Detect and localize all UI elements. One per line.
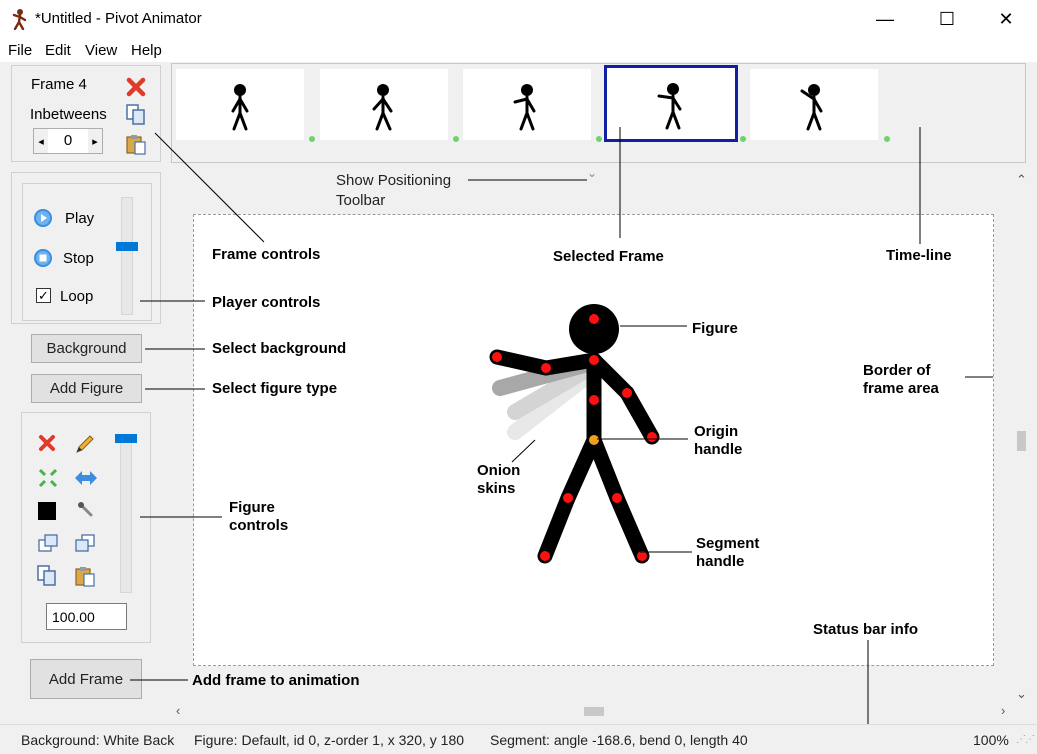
annotation-selected-frame: Selected Frame <box>553 248 664 265</box>
annotation-origin-handle: Origin handle <box>694 423 743 458</box>
annotation-frame-controls: Frame controls <box>212 246 321 263</box>
status-bar: Background: White Back Figure: Default, … <box>0 724 1037 754</box>
annotation-add-frame: Add frame to animation <box>192 672 360 689</box>
annotation-border: Border of frame area <box>863 362 939 397</box>
annotation-select-figure-type: Select figure type <box>212 380 338 397</box>
annotation-timeline: Time-line <box>886 247 952 264</box>
status-figure: Figure: Default, id 0, z-order 1, x 320,… <box>194 732 465 748</box>
annotation-select-background: Select background <box>212 340 347 357</box>
annotation-status-bar-info: Status bar info <box>813 621 919 638</box>
status-segment: Segment: angle -168.6, bend 0, length 40 <box>490 732 748 748</box>
annotation-segment-handle: Segment handle <box>696 535 760 570</box>
annotation-figure: Figure <box>692 320 738 337</box>
status-background: Background: White Back <box>21 732 175 748</box>
annotation-onion-skins: Onion skins <box>477 462 521 497</box>
status-zoom: 100% <box>973 732 1009 748</box>
annotation-player-controls: Player controls <box>212 294 321 311</box>
annotation-figure-controls: Figure controls <box>229 499 289 534</box>
resize-grip-icon[interactable]: ⋰⋰ <box>1016 734 1035 745</box>
